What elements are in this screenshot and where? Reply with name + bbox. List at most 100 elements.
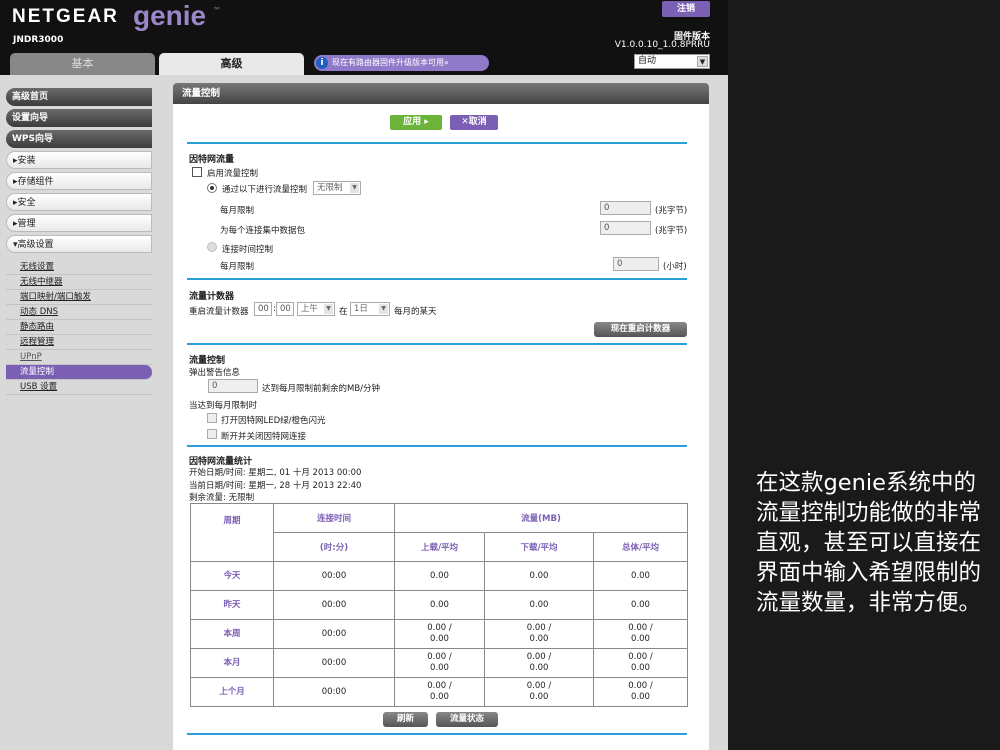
brand-logo: NETGEAR — [12, 6, 119, 27]
ampm-value: 上午 — [301, 304, 319, 314]
minute-input[interactable]: 00 — [276, 302, 294, 316]
traffic-control-title: 流量控制 — [189, 356, 226, 366]
firmware-version: V1.0.0.10_1.0.8PRRU — [614, 40, 710, 50]
divider — [187, 142, 687, 144]
tab-basic[interactable]: 基本 — [10, 53, 155, 75]
chevron-down-icon: ▼ — [697, 56, 708, 67]
sidebar-item-setup-wizard[interactable]: 设置向导 — [6, 109, 152, 127]
per-connection-input[interactable]: 0 — [600, 221, 651, 235]
table-row: 昨天 00:00 0.00 0.00 0.00 — [190, 590, 688, 620]
sidebar-sub-wireless[interactable]: 无线设置 — [6, 260, 152, 275]
time-limit-input[interactable]: 0 — [613, 257, 659, 271]
refresh-button[interactable]: 刷新 — [383, 712, 428, 727]
table-row: 上个月 00:00 0.00 / 0.00 0.00 / 0.00 0.00 / 0.0… — [190, 677, 688, 707]
sidebar-sub-remote-management[interactable]: 远程管理 — [6, 335, 152, 350]
logout-button[interactable]: 注销 — [662, 1, 710, 17]
tab-advanced[interactable]: 高级 — [159, 53, 304, 75]
internet-traffic-title: 因特网流量 — [189, 155, 235, 165]
led-flash-label: 打开因特网LED绿/橙色闪光 — [221, 416, 326, 426]
start-datetime: 开始日期/时间: 星期二, 01 十月 2013 00:00 — [189, 468, 362, 478]
row-upload: 0.00 / 0.00 — [394, 619, 485, 649]
model-name: JNDR3000 — [13, 35, 64, 45]
row-period: 上个月 — [190, 677, 274, 707]
row-period: 昨天 — [190, 590, 274, 620]
row-total: 0.00 / 0.00 — [593, 677, 688, 707]
at-label: 在 — [339, 307, 348, 317]
sidebar-sub-usb-settings[interactable]: USB 设置 — [6, 380, 152, 395]
divider — [187, 278, 687, 280]
time-control-radio[interactable] — [207, 242, 217, 252]
enable-traffic-meter-checkbox[interactable] — [192, 167, 202, 177]
sidebar-item-advanced-setup[interactable]: ▾高级设置 — [6, 235, 152, 253]
day-select[interactable]: 1日 ▼ — [350, 302, 390, 316]
caption-text: 在这款genie系统中的流量控制功能做的非常直观，甚至可以直接在界面中输入希望限… — [756, 470, 982, 616]
table-row: 本周 00:00 0.00 / 0.00 0.00 / 0.00 0.00 / 0.00 — [190, 619, 688, 649]
volume-control-radio[interactable] — [207, 183, 217, 193]
language-select-value: 自动 — [638, 56, 657, 66]
sidebar-item-storage[interactable]: ▸存储组件 — [6, 172, 152, 190]
row-total: 0.00 — [593, 590, 688, 620]
sidebar-sub-repeater[interactable]: 无线中继器 — [6, 275, 152, 290]
sidebar-item-advanced-home[interactable]: 高级首页 — [6, 88, 152, 106]
sidebar-item-setup[interactable]: ▸安装 — [6, 151, 152, 169]
popup-warning-suffix: 达到每月限制前剩余的MB/分钟 — [262, 384, 381, 394]
header-traffic: 流量(MB) — [394, 503, 688, 533]
restart-counter-button[interactable]: 现在重启计数器 — [594, 322, 687, 337]
volume-mode-value: 无限制 — [317, 183, 343, 193]
top-bar: NETGEAR genie ™ JNDR3000 注销 固件版本 V1.0.0.… — [0, 0, 728, 75]
per-connection-unit: (兆字节) — [655, 226, 688, 236]
sidebar-sub-port-forwarding[interactable]: 端口映射/端口触发 — [6, 290, 152, 305]
disconnect-checkbox[interactable] — [207, 429, 217, 439]
traffic-status-button[interactable]: 流量状态 — [436, 712, 498, 727]
page-title: 流量控制 — [173, 83, 709, 104]
statistics-body: 今天 00:00 0.00 0.00 0.00 昨天 00:00 0.00 0.00 0.00 本周… — [190, 561, 688, 707]
sidebar-sub-dynamic-dns[interactable]: 动态 DNS — [6, 305, 152, 320]
traffic-statistics-table: 周期 连接时间 流量(MB) (时:分) 上载/平均 下载/平均 总体/平均 今… — [190, 503, 688, 707]
sidebar-sub-static-routes[interactable]: 静态路由 — [6, 320, 152, 335]
row-period: 本周 — [190, 619, 274, 649]
row-connect-time: 00:00 — [273, 648, 395, 678]
language-select[interactable]: 自动 ▼ — [634, 54, 710, 69]
firmware-notice-text: 现在有路由器固件升级版本可用» — [332, 58, 449, 67]
monthly-limit-input[interactable]: 0 — [600, 201, 651, 215]
table-row: 今天 00:00 0.00 0.00 0.00 — [190, 561, 688, 591]
header-download: 下载/平均 — [484, 532, 594, 562]
sidebar-sub-traffic-meter[interactable]: 流量控制 — [6, 365, 152, 380]
chevron-down-icon: ▼ — [350, 183, 359, 193]
sidebar: 高级首页 设置向导 WPS向导 ▸安装 ▸存储组件 ▸安全 ▸管理 ▾高级设置 … — [6, 88, 152, 395]
cancel-button[interactable]: ✕取消 — [450, 115, 498, 130]
table-row: 本月 00:00 0.00 / 0.00 0.00 / 0.00 0.00 / 0.00 — [190, 648, 688, 678]
router-ui: NETGEAR genie ™ JNDR3000 注销 固件版本 V1.0.0.… — [0, 0, 728, 750]
firmware-update-notice[interactable]: i 现在有路由器固件升级版本可用» — [314, 55, 489, 71]
sidebar-sub-upnp[interactable]: UPnP — [6, 350, 152, 365]
sidebar-item-wps-wizard[interactable]: WPS向导 — [6, 130, 152, 148]
volume-mode-select[interactable]: 无限制 ▼ — [313, 181, 361, 195]
hour-input[interactable]: 00 — [254, 302, 272, 316]
popup-warning-input[interactable]: 0 — [208, 379, 258, 393]
monthly-limit-label: 每月限制 — [220, 206, 255, 216]
time-limit-unit: (小时) — [663, 262, 687, 272]
row-total: 0.00 / 0.00 — [593, 619, 688, 649]
apply-button[interactable]: 应用 ▸ — [390, 115, 442, 130]
time-control-label: 连接时间控制 — [222, 245, 274, 255]
sidebar-item-admin[interactable]: ▸管理 — [6, 214, 152, 232]
led-flash-checkbox[interactable] — [207, 413, 217, 423]
time-limit-label: 每月限制 — [220, 262, 255, 272]
day-suffix: 每月的某天 — [394, 307, 437, 317]
row-download: 0.00 — [484, 561, 594, 591]
popup-warning-label: 弹出警告信息 — [189, 368, 241, 378]
sidebar-item-security[interactable]: ▸安全 — [6, 193, 152, 211]
row-total: 0.00 — [593, 561, 688, 591]
row-total: 0.00 / 0.00 — [593, 648, 688, 678]
ampm-select[interactable]: 上午 ▼ — [297, 302, 335, 316]
row-connect-time: 00:00 — [273, 561, 395, 591]
row-upload: 0.00 / 0.00 — [394, 648, 485, 678]
restart-counter-label: 重启流量计数器 — [189, 307, 249, 317]
row-period: 本月 — [190, 648, 274, 678]
enable-traffic-meter-label: 启用流量控制 — [207, 169, 259, 179]
monthly-limit-unit: (兆字节) — [655, 206, 688, 216]
row-download: 0.00 — [484, 590, 594, 620]
info-icon: i — [316, 57, 328, 69]
header-upload: 上载/平均 — [394, 532, 485, 562]
row-download: 0.00 / 0.00 — [484, 619, 594, 649]
